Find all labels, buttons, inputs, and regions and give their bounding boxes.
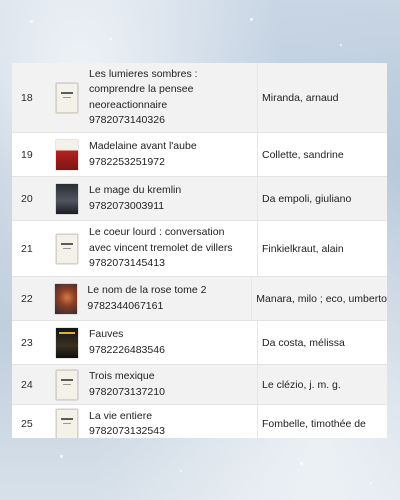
book-author: Le clézio, j. m. g.	[262, 378, 341, 391]
table-row[interactable]: 25 La vie entiere 9782073132543 Fombelle, t…	[12, 405, 387, 438]
book-isbn: 9782073137210	[89, 385, 165, 398]
book-cover-thumbnail[interactable]	[56, 369, 78, 400]
cover-cell	[49, 221, 85, 276]
table-row[interactable]: 23 Fauves 9782226483546 Da costa, mélissa	[12, 321, 387, 365]
book-author: Manara, milo ; eco, umberto	[256, 292, 387, 305]
title-cell: Madelaine avant l'aube 9782253251972	[85, 133, 258, 176]
book-list-table: 18 Les lumieres sombres : comprendre la pe…	[12, 63, 387, 438]
book-isbn: 9782073003911	[89, 199, 165, 212]
book-cover-thumbnail[interactable]	[56, 183, 78, 214]
cover-cell	[49, 177, 85, 220]
book-author: Miranda, arnaud	[262, 91, 339, 104]
title-cell: Fauves 9782226483546	[85, 321, 258, 364]
book-isbn: 9782073140326	[89, 114, 165, 126]
book-title-line: Madelaine avant l'aube	[89, 140, 197, 152]
book-title-line: Le mage du kremlin	[89, 184, 182, 196]
table-row[interactable]: 20 Le mage du kremlin 9782073003911 Da empo…	[12, 177, 387, 221]
cover-cell	[49, 133, 85, 176]
table-row[interactable]: 21 Le coeur lourd : conversation avec vinc…	[12, 221, 387, 277]
book-title-line: La vie entiere	[89, 409, 153, 422]
cover-cell	[49, 63, 85, 132]
book-title-line: Les lumieres sombres :	[89, 67, 198, 80]
book-isbn: 9782253251972	[89, 155, 165, 168]
title-cell: Trois mexique 9782073137210	[85, 365, 258, 404]
title-cell: Les lumieres sombres : comprendre la pens…	[85, 63, 258, 132]
book-title-line: avec vincent tremolet de villers	[89, 241, 233, 254]
book-author: Finkielkraut, alain	[262, 242, 344, 255]
row-number: 20	[21, 192, 33, 205]
book-cover-thumbnail[interactable]	[56, 327, 78, 358]
row-number: 22	[21, 292, 33, 305]
row-number: 23	[21, 336, 33, 349]
book-list-rows: 18 Les lumieres sombres : comprendre la pe…	[12, 63, 387, 438]
book-author: Da costa, mélissa	[262, 336, 345, 349]
title-cell: Le nom de la rose tome 2 9782344067161	[83, 277, 253, 320]
book-title-line: neoreactionnaire	[89, 98, 168, 111]
table-row[interactable]: 19 Madelaine avant l'aube 9782253251972 Col…	[12, 133, 387, 177]
table-row[interactable]: 24 Trois mexique 9782073137210 Le clézio, j…	[12, 365, 387, 405]
title-cell: Le mage du kremlin 9782073003911	[85, 177, 258, 220]
row-number: 25	[21, 418, 33, 430]
book-title-line: Le nom de la rose tome 2	[87, 284, 207, 296]
book-title-line: Fauves	[89, 328, 124, 340]
table-row[interactable]: 18 Les lumieres sombres : comprendre la pe…	[12, 63, 387, 133]
book-cover-thumbnail[interactable]	[56, 409, 78, 438]
book-isbn: 9782073145413	[89, 257, 165, 270]
book-isbn: 9782344067161	[87, 299, 164, 312]
book-cover-thumbnail[interactable]	[54, 283, 77, 314]
cover-cell	[49, 321, 85, 364]
row-number: 19	[21, 148, 33, 161]
book-isbn: 9782073132543	[89, 425, 165, 437]
book-title-line: comprendre la pensee	[89, 83, 194, 95]
title-cell: La vie entiere 9782073132543	[85, 405, 258, 438]
table-row[interactable]: 22 Le nom de la rose tome 2 9782344067161 M…	[12, 277, 387, 321]
book-author: Collette, sandrine	[262, 148, 344, 161]
cover-cell	[48, 277, 83, 320]
book-author: Fombelle, timothée de	[262, 418, 366, 430]
book-cover-thumbnail[interactable]	[56, 82, 78, 113]
cover-cell	[49, 405, 85, 438]
book-cover-thumbnail[interactable]	[56, 233, 78, 264]
book-title-line: Trois mexique	[89, 370, 155, 382]
row-number: 21	[21, 242, 33, 255]
title-cell: Le coeur lourd : conversation avec vincen…	[85, 221, 258, 276]
book-cover-thumbnail[interactable]	[56, 139, 78, 170]
row-number: 24	[21, 378, 33, 391]
book-isbn: 9782226483546	[89, 343, 165, 356]
book-title-line: Le coeur lourd : conversation	[89, 226, 225, 239]
row-number: 18	[21, 91, 33, 104]
cover-cell	[49, 365, 85, 404]
book-author: Da empoli, giuliano	[262, 192, 352, 205]
